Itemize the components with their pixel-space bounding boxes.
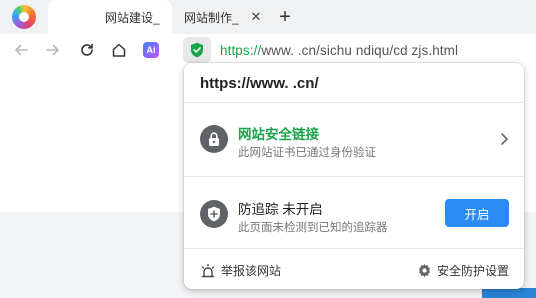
arrow-right-icon	[46, 44, 59, 56]
back-button[interactable]	[10, 39, 32, 61]
url-text[interactable]: https://www. .cn/sichu ndiqu/cd zjs.html	[220, 43, 458, 58]
tab-strip: 网站建设_ 网站制作_ ✕ +	[0, 0, 536, 34]
divider	[184, 248, 524, 249]
home-icon	[112, 43, 126, 57]
page-blue-block	[482, 288, 536, 298]
report-site-link[interactable]: 举报该网站	[200, 262, 281, 279]
alarm-icon	[201, 263, 215, 277]
address-bar[interactable]: https://www. .cn/sichu ndiqu/cd zjs.html	[180, 36, 536, 64]
shield-check-icon	[191, 42, 203, 58]
security-title: 网站安全链接	[238, 127, 319, 142]
divider	[184, 176, 524, 177]
url-path: www. .cn/sichu ndiqu/cd zjs.html	[261, 43, 459, 58]
site-info-popup: https://www. .cn/ 网站安全链接 此网站证书已通过身份验证 防追…	[184, 63, 524, 289]
toolbar: Ai https://www. .cn/sichu ndiqu/cd zjs.h…	[0, 34, 536, 66]
new-tab-button[interactable]: +	[274, 4, 296, 30]
browser-logo-icon[interactable]	[12, 5, 36, 29]
forward-button[interactable]	[42, 39, 64, 61]
popup-host: https://www. .cn/	[200, 75, 319, 92]
arrow-left-icon	[15, 44, 28, 56]
home-button[interactable]	[108, 39, 130, 61]
security-settings-link[interactable]: 安全防护设置	[417, 262, 509, 279]
tab-active[interactable]: 网站建设_	[48, 0, 172, 34]
tab-title: 网站制作_	[184, 10, 239, 25]
security-shield-button[interactable]	[183, 37, 211, 63]
shield-plus-icon	[200, 200, 228, 228]
lock-icon	[200, 125, 228, 153]
security-subtitle: 此网站证书已通过身份验证	[238, 147, 376, 159]
browser-window: 网站建设_ 网站制作_ ✕ + Ai https://www. .cn/sich…	[0, 0, 536, 298]
divider	[184, 102, 524, 103]
tab-title: 网站建设_	[105, 10, 160, 25]
ai-extension-button[interactable]: Ai	[143, 42, 159, 58]
tab-second[interactable]: 网站制作_ ✕	[176, 0, 268, 34]
gear-icon	[419, 263, 430, 278]
tracking-title: 防追踪 未开启	[238, 202, 323, 217]
close-icon[interactable]: ✕	[248, 9, 264, 25]
tracking-subtitle: 此页面未检测到已知的追踪器	[238, 222, 388, 234]
security-settings-label: 安全防护设置	[437, 264, 510, 278]
report-site-label: 举报该网站	[221, 264, 282, 278]
reload-icon	[81, 43, 93, 56]
enable-tracking-button[interactable]: 开启	[445, 199, 509, 227]
url-scheme: https://	[220, 43, 262, 58]
reload-button[interactable]	[76, 39, 98, 61]
chevron-right-icon	[501, 133, 508, 145]
